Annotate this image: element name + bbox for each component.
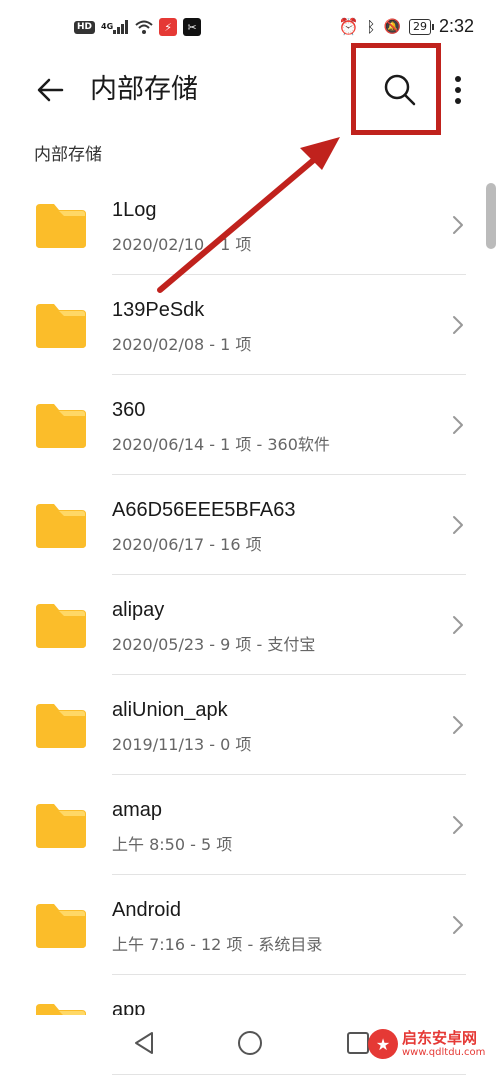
folder-list: 1Log 2020/02/10 - 1 项 139PeSdk 2020/02/08 -… xyxy=(0,175,500,1075)
page-title: 内部存储 xyxy=(90,74,198,105)
folder-name: alipay xyxy=(112,599,165,621)
chevron-right-icon xyxy=(453,516,463,534)
folder-icon xyxy=(36,904,86,948)
status-right: ⏰ ᛒ 🔕 29 2:32 xyxy=(339,16,474,37)
wifi-icon xyxy=(135,20,153,34)
folder-meta: 2020/06/14 - 1 项 - 360软件 xyxy=(112,435,330,454)
signal-icon: 4G xyxy=(101,20,129,34)
alarm-icon: ⏰ xyxy=(338,17,359,36)
watermark-logo-icon: ★ xyxy=(368,1029,398,1059)
folder-meta: 2020/05/23 - 9 项 - 支付宝 xyxy=(112,635,316,654)
nav-back-button[interactable] xyxy=(130,1029,158,1057)
folder-row[interactable]: Android 上午 7:16 - 12 项 - 系统目录 xyxy=(0,875,500,975)
watermark-url: www.qdltdu.com xyxy=(402,1047,486,1058)
chevron-right-icon xyxy=(453,416,463,434)
battery-icon: 29 xyxy=(408,18,434,35)
folder-icon xyxy=(36,704,86,748)
folder-name: 360 xyxy=(112,399,146,421)
folder-name: Android xyxy=(112,899,181,921)
folder-meta: 2020/02/10 - 1 项 xyxy=(112,235,252,254)
folder-row[interactable]: 1Log 2020/02/10 - 1 项 xyxy=(0,175,500,275)
folder-icon xyxy=(36,504,86,548)
folder-icon xyxy=(36,304,86,348)
watermark-text: 启东安卓网 www.qdltdu.com xyxy=(402,1029,485,1059)
folder-meta: 上午 8:50 - 5 项 xyxy=(112,835,233,854)
chevron-right-icon xyxy=(453,616,463,634)
watermark: ★ 启东安卓网 www.qdltdu.com xyxy=(368,1024,498,1064)
folder-row[interactable]: A66D56EEE5BFA63 2020/06/17 - 16 项 xyxy=(0,475,500,575)
folder-icon xyxy=(36,604,86,648)
breadcrumb[interactable]: 内部存储 xyxy=(34,140,102,165)
folder-meta: 2020/06/17 - 16 项 xyxy=(112,535,262,554)
capcut-icon: ✂ xyxy=(183,18,202,36)
chevron-right-icon xyxy=(453,216,463,234)
watermark-title: 启东安卓网 xyxy=(402,1029,478,1047)
folder-row[interactable]: amap 上午 8:50 - 5 项 xyxy=(0,775,500,875)
folder-icon xyxy=(36,804,86,848)
chevron-right-icon xyxy=(453,716,463,734)
scrollbar[interactable] xyxy=(486,183,496,249)
more-options-button[interactable] xyxy=(446,70,470,110)
hd-icon: HD xyxy=(74,20,96,34)
folder-row[interactable]: 139PeSdk 2020/02/08 - 1 项 xyxy=(0,275,500,375)
folder-name: 139PeSdk xyxy=(112,299,205,321)
chevron-right-icon xyxy=(453,916,463,934)
triangle-back-icon xyxy=(135,1032,153,1054)
bluetooth-icon: ᛒ xyxy=(366,17,376,36)
arrow-left-icon xyxy=(37,78,64,102)
nav-home-button[interactable] xyxy=(236,1029,264,1057)
folder-name: amap xyxy=(112,799,163,821)
folder-name: A66D56EEE5BFA63 xyxy=(112,499,296,521)
more-vertical-icon xyxy=(455,76,461,104)
clock: 2:32 xyxy=(438,16,474,36)
folder-icon xyxy=(36,204,86,248)
app-notification-icon: ⚡ xyxy=(159,18,178,36)
chevron-right-icon xyxy=(453,816,463,834)
mute-bell-icon: 🔕 xyxy=(383,18,401,35)
status-left: HD 4G ⚡ ✂ xyxy=(74,18,202,36)
folder-row[interactable]: alipay 2020/05/23 - 9 项 - 支付宝 xyxy=(0,575,500,675)
folder-name: aliUnion_apk xyxy=(112,699,228,721)
back-button[interactable] xyxy=(32,70,72,110)
folder-meta: 2019/11/13 - 0 项 xyxy=(112,735,252,754)
folder-row[interactable]: 360 2020/06/14 - 1 项 - 360软件 xyxy=(0,375,500,475)
folder-icon xyxy=(36,404,86,448)
folder-meta: 上午 7:16 - 12 项 - 系统目录 xyxy=(112,935,323,954)
folder-meta: 2020/02/08 - 1 项 xyxy=(112,335,252,354)
folder-name: 1Log xyxy=(112,199,157,221)
circle-home-icon xyxy=(238,1031,262,1055)
folder-row[interactable]: aliUnion_apk 2019/11/13 - 0 项 xyxy=(0,675,500,775)
annotation-highlight-box xyxy=(351,43,441,135)
chevron-right-icon xyxy=(453,316,463,334)
